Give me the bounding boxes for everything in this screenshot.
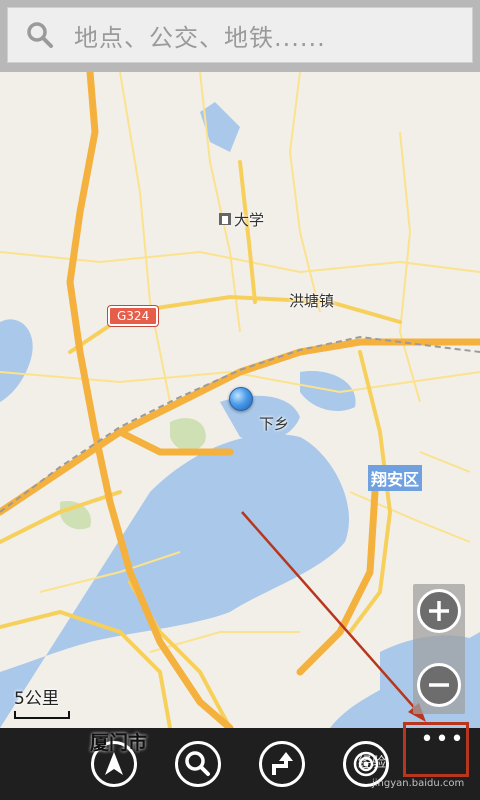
scale-bar bbox=[14, 711, 70, 719]
university-icon bbox=[219, 213, 231, 225]
route-button[interactable] bbox=[259, 741, 305, 787]
search-icon bbox=[185, 751, 210, 776]
current-location-marker[interactable] bbox=[229, 387, 253, 411]
map-label-xiaxiang: 下乡 bbox=[259, 415, 290, 433]
zoom-in-button[interactable] bbox=[417, 589, 461, 633]
search-button[interactable] bbox=[175, 741, 221, 787]
plus-icon bbox=[429, 601, 449, 621]
road-shield-g324: G324 bbox=[108, 306, 159, 326]
search-input[interactable]: 地点、公交、地铁...... bbox=[7, 7, 473, 63]
watermark-url: jingyan.baidu.com bbox=[372, 778, 465, 789]
highlight-box bbox=[403, 722, 469, 777]
minus-icon bbox=[429, 683, 449, 687]
watermark-text: 经验 bbox=[358, 755, 386, 771]
district-label: 翔安区 bbox=[368, 465, 423, 491]
map-label-hongtang: 洪塘镇 bbox=[289, 292, 335, 310]
map-label-city: 厦门市 bbox=[90, 732, 148, 754]
map-scale: 5公里 bbox=[14, 684, 70, 719]
zoom-controls bbox=[413, 584, 465, 714]
route-icon bbox=[272, 752, 293, 775]
scale-label: 5公里 bbox=[14, 689, 59, 709]
map-label-university: 大学 bbox=[234, 211, 265, 229]
zoom-out-button[interactable] bbox=[417, 663, 461, 707]
search-placeholder: 地点、公交、地铁...... bbox=[74, 23, 326, 52]
search-icon bbox=[27, 22, 53, 48]
search-bar: 地点、公交、地铁...... bbox=[0, 0, 480, 72]
